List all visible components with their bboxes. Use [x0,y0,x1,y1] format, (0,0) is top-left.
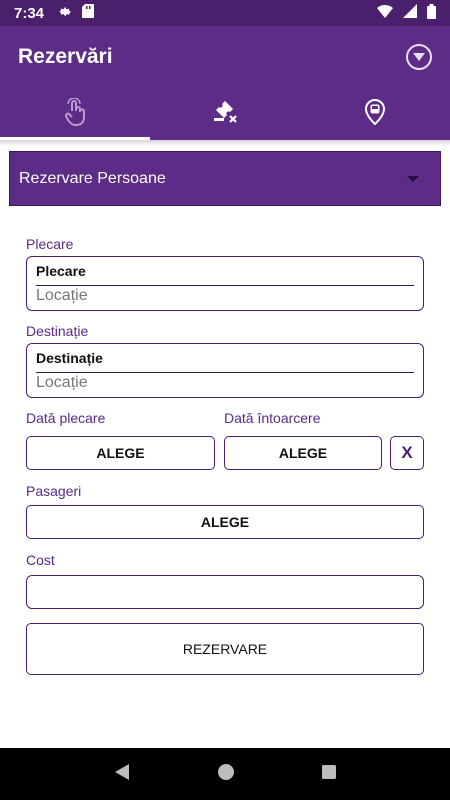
passengers-button[interactable]: ALEGE [26,505,424,539]
passengers-label: Pasageri [26,483,82,499]
app-title: Rezervări [18,45,113,68]
recents-icon[interactable] [321,764,337,785]
ticket-cancel-icon [211,99,239,130]
destination-location-input[interactable]: Locație [36,374,88,392]
departure-date-button[interactable]: ALEGE [26,436,215,470]
status-bar: 7:34 [0,0,450,26]
cost-field[interactable] [26,575,424,609]
home-icon[interactable] [217,763,235,786]
reservation-type-value: Rezervare Persoane [19,169,166,187]
divider-shadow [0,140,450,146]
return-date-label: Dată întoarcere [224,410,321,426]
touch-icon [63,96,87,131]
return-date-button[interactable]: ALEGE [224,436,382,470]
tab-ticket-cancel[interactable] [150,88,300,140]
chevron-down-circle-icon[interactable] [406,44,432,70]
reserve-button[interactable]: REZERVARE [26,623,424,675]
status-time: 7:34 [14,4,45,22]
departure-location-input[interactable]: Locație [36,287,88,305]
departure-underline [36,285,414,286]
tab-bar [0,88,450,140]
departure-date-label: Dată plecare [26,410,106,426]
signal-icon [403,4,417,22]
app-bar: Rezervări [0,26,450,88]
tab-bus-location[interactable] [300,88,450,140]
bus-location-icon [364,98,386,130]
sd-card-icon [82,4,95,22]
battery-icon [427,3,436,23]
gear-icon [58,4,72,22]
reservation-type-dropdown[interactable]: Rezervare Persoane [9,151,441,206]
destination-underline [36,372,414,373]
departure-label: Plecare [26,236,74,252]
destination-field[interactable]: Destinație Locație [26,343,424,398]
departure-field[interactable]: Plecare Locație [26,256,424,311]
cost-label: Cost [26,552,55,568]
screen: 7:34 Rezervări Rezervare Persoane Plecar… [0,0,450,800]
dropdown-arrow-icon [407,175,419,182]
destination-label: Destinație [26,323,89,339]
back-icon[interactable] [113,763,131,786]
tab-touch[interactable] [0,88,150,140]
navigation-bar [0,748,450,800]
clear-return-date-button[interactable]: X [390,436,424,470]
destination-field-title: Destinație [36,350,103,366]
wifi-icon [377,4,393,22]
departure-field-title: Plecare [36,263,86,279]
